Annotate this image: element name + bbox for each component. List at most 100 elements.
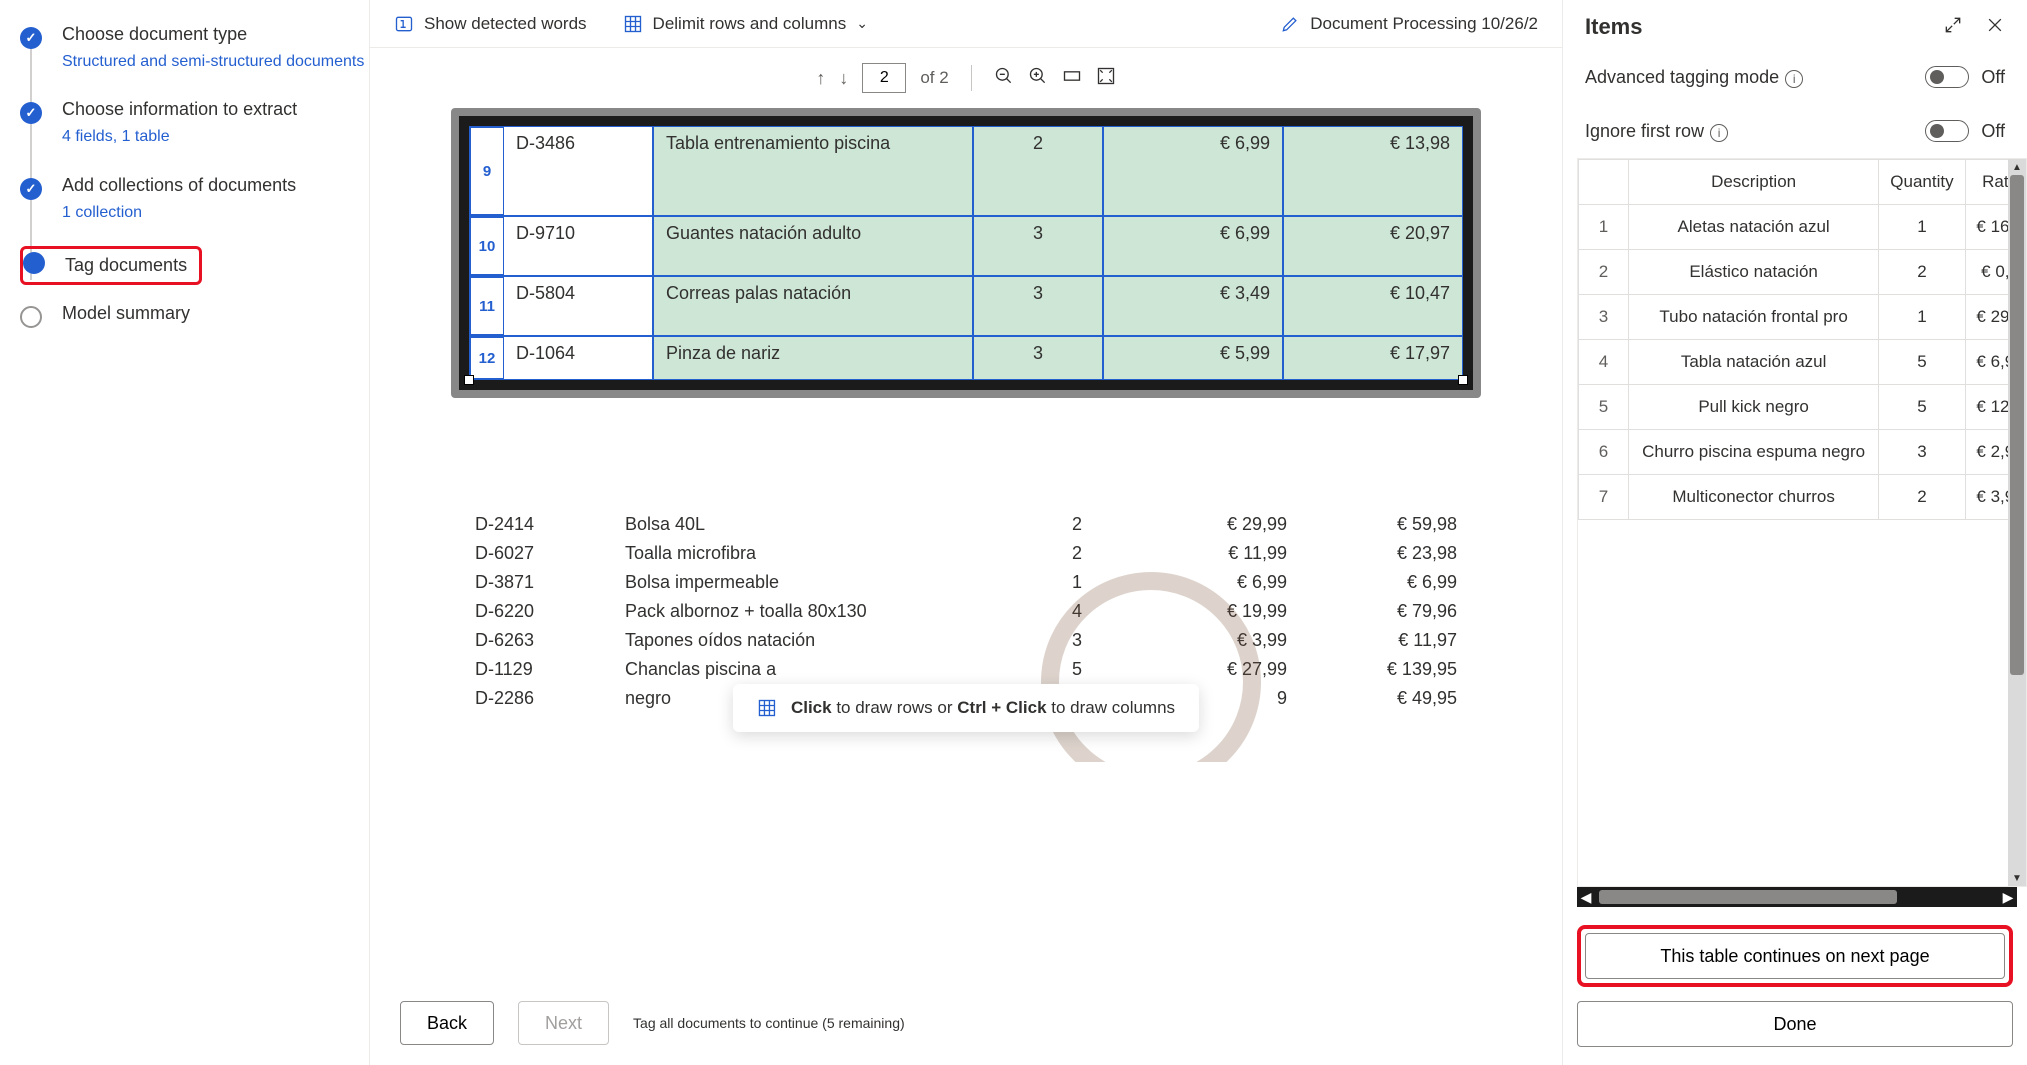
table-row[interactable]: 1Aletas natación azul1€ 16,: [1579, 205, 2026, 250]
zoom-in-button[interactable]: [1028, 66, 1048, 91]
vertical-scrollbar[interactable]: ▲ ▼: [2008, 159, 2026, 886]
scroll-right-icon[interactable]: ▶: [1999, 887, 2017, 907]
cell-rate[interactable]: € 6,99: [1103, 216, 1283, 276]
step-tag-documents[interactable]: Tag documents: [20, 246, 202, 285]
expand-icon[interactable]: [1943, 15, 1963, 40]
row-index[interactable]: 12: [469, 336, 503, 380]
table-row[interactable]: 2Elástico natación2€ 0,: [1579, 250, 2026, 295]
row-index[interactable]: 11: [469, 276, 503, 336]
row-index[interactable]: 10: [469, 216, 503, 276]
table-row[interactable]: 7Multiconector churros2€ 3,9: [1579, 475, 2026, 520]
step-choose-information[interactable]: Choose information to extract 4 fields, …: [20, 99, 369, 174]
tagged-table[interactable]: 9101112 D-3486Tabla entrenamiento piscin…: [469, 126, 1463, 380]
cell-quantity: 2: [1879, 250, 1965, 295]
plain-row: D-3871Bolsa impermeable1€ 6,99€ 6,99: [475, 568, 1457, 597]
fit-page-button[interactable]: [1096, 66, 1116, 91]
table-continues-button[interactable]: This table continues on next page: [1585, 933, 2005, 979]
scroll-thumb[interactable]: [1599, 890, 1897, 904]
table-row[interactable]: 5Pull kick negro5€ 12,: [1579, 385, 2026, 430]
document-viewer[interactable]: 9101112 D-3486Tabla entrenamiento piscin…: [370, 108, 1562, 985]
done-button[interactable]: Done: [1577, 1001, 2013, 1047]
cell-rate: € 29,99: [1117, 514, 1287, 535]
advanced-tagging-toggle[interactable]: [1925, 66, 1969, 88]
active-dot-icon: [23, 252, 45, 274]
cell-quantity: 3: [1879, 430, 1965, 475]
fit-width-button[interactable]: [1062, 66, 1082, 91]
toolbar-label: Delimit rows and columns: [653, 14, 847, 34]
cell-amount[interactable]: € 17,97: [1283, 336, 1463, 380]
cell-code[interactable]: D-1064: [503, 336, 653, 380]
items-table[interactable]: DescriptionQuantityRat1Aletas natación a…: [1578, 159, 2026, 520]
scroll-down-icon[interactable]: ▼: [2008, 870, 2026, 886]
cell-code[interactable]: D-5804: [503, 276, 653, 336]
info-icon[interactable]: i: [1785, 70, 1803, 88]
items-panel: Items Advanced tagging modei Off Ignore …: [1562, 0, 2027, 1065]
cell-quantity[interactable]: 3: [973, 276, 1103, 336]
toolbar-label: Show detected words: [424, 14, 587, 34]
column-header[interactable]: Quantity: [1879, 160, 1965, 205]
page-navigation-toolbar: ↑ ↓ of 2: [370, 48, 1562, 108]
cell-code[interactable]: D-9710: [503, 216, 653, 276]
cell-quantity[interactable]: 3: [973, 336, 1103, 380]
plain-row: D-6027Toalla microfibra2€ 11,99€ 23,98: [475, 539, 1457, 568]
resize-handle-bl[interactable]: [464, 375, 474, 385]
cell-amount[interactable]: € 13,98: [1283, 126, 1463, 216]
main-area: Show detected words Delimit rows and col…: [370, 0, 1562, 1065]
cell-index: 2: [1579, 250, 1629, 295]
show-detected-words-button[interactable]: Show detected words: [394, 14, 587, 34]
cell-amount: € 49,95: [1287, 688, 1457, 709]
cell-quantity[interactable]: 3: [973, 216, 1103, 276]
row-index[interactable]: 9: [469, 126, 503, 216]
cell-rate[interactable]: € 5,99: [1103, 336, 1283, 380]
cell-index: 5: [1579, 385, 1629, 430]
table-row[interactable]: 6Churro piscina espuma negro3€ 2,9: [1579, 430, 2026, 475]
page-number-input[interactable]: [862, 63, 906, 93]
cell-description: Tubo natación frontal pro: [1629, 295, 1879, 340]
table-draw-icon: [757, 698, 777, 718]
page-up-button[interactable]: ↑: [816, 68, 825, 89]
step-model-summary[interactable]: Model summary: [20, 303, 369, 350]
document-page-2: D-2414Bolsa 40L2€ 29,99€ 59,98D-6027Toal…: [451, 422, 1481, 762]
step-add-collections[interactable]: Add collections of documents 1 collectio…: [20, 175, 369, 250]
cell-rate[interactable]: € 6,99: [1103, 126, 1283, 216]
delimit-rows-columns-button[interactable]: Delimit rows and columns ⌄: [623, 14, 868, 34]
cell-description[interactable]: Correas palas natación: [653, 276, 973, 336]
cell-description[interactable]: Pinza de nariz: [653, 336, 973, 380]
cell-description[interactable]: Tabla entrenamiento piscina: [653, 126, 973, 216]
cell-index: 7: [1579, 475, 1629, 520]
checkmark-icon: [20, 178, 42, 200]
zoom-out-button[interactable]: [994, 66, 1014, 91]
document-title-button[interactable]: Document Processing 10/26/2: [1280, 14, 1538, 34]
scroll-left-icon[interactable]: ◀: [1577, 887, 1595, 907]
cell-description: Tapones oídos natación: [625, 630, 1037, 651]
close-icon[interactable]: [1985, 15, 2005, 40]
info-icon[interactable]: i: [1710, 124, 1728, 142]
cell-amount[interactable]: € 20,97: [1283, 216, 1463, 276]
cell-code: D-3871: [475, 572, 625, 593]
hint-click-bold: Click: [791, 698, 832, 717]
horizontal-scrollbar[interactable]: ◀ ▶: [1577, 887, 2017, 907]
table-row[interactable]: 4Tabla natación azul5€ 6,9: [1579, 340, 2026, 385]
page-down-button[interactable]: ↓: [839, 68, 848, 89]
advanced-tagging-toggle-row: Advanced tagging modei Off: [1563, 50, 2027, 104]
cell-description[interactable]: Guantes natación adulto: [653, 216, 973, 276]
cell-description: Pack albornoz + toalla 80x130: [625, 601, 1037, 622]
step-choose-document-type[interactable]: Choose document type Structured and semi…: [20, 24, 369, 99]
cell-quantity: 2: [1037, 543, 1117, 564]
cell-amount[interactable]: € 10,47: [1283, 276, 1463, 336]
ignore-first-row-toggle[interactable]: [1925, 120, 1969, 142]
step-label: Choose document type: [62, 24, 369, 45]
cell-code[interactable]: D-3486: [503, 126, 653, 216]
column-header[interactable]: [1579, 160, 1629, 205]
cell-quantity[interactable]: 2: [973, 126, 1103, 216]
table-row[interactable]: 3Tubo natación frontal pro1€ 29,: [1579, 295, 2026, 340]
cell-description: Churro piscina espuma negro: [1629, 430, 1879, 475]
toggle-label: Advanced tagging mode: [1585, 67, 1779, 87]
resize-handle-br[interactable]: [1458, 375, 1468, 385]
column-header[interactable]: Description: [1629, 160, 1879, 205]
cell-rate[interactable]: € 3,49: [1103, 276, 1283, 336]
cell-quantity: 1: [1879, 205, 1965, 250]
scroll-thumb[interactable]: [2010, 175, 2024, 675]
back-button[interactable]: Back: [400, 1001, 494, 1045]
scroll-up-icon[interactable]: ▲: [2008, 159, 2026, 175]
